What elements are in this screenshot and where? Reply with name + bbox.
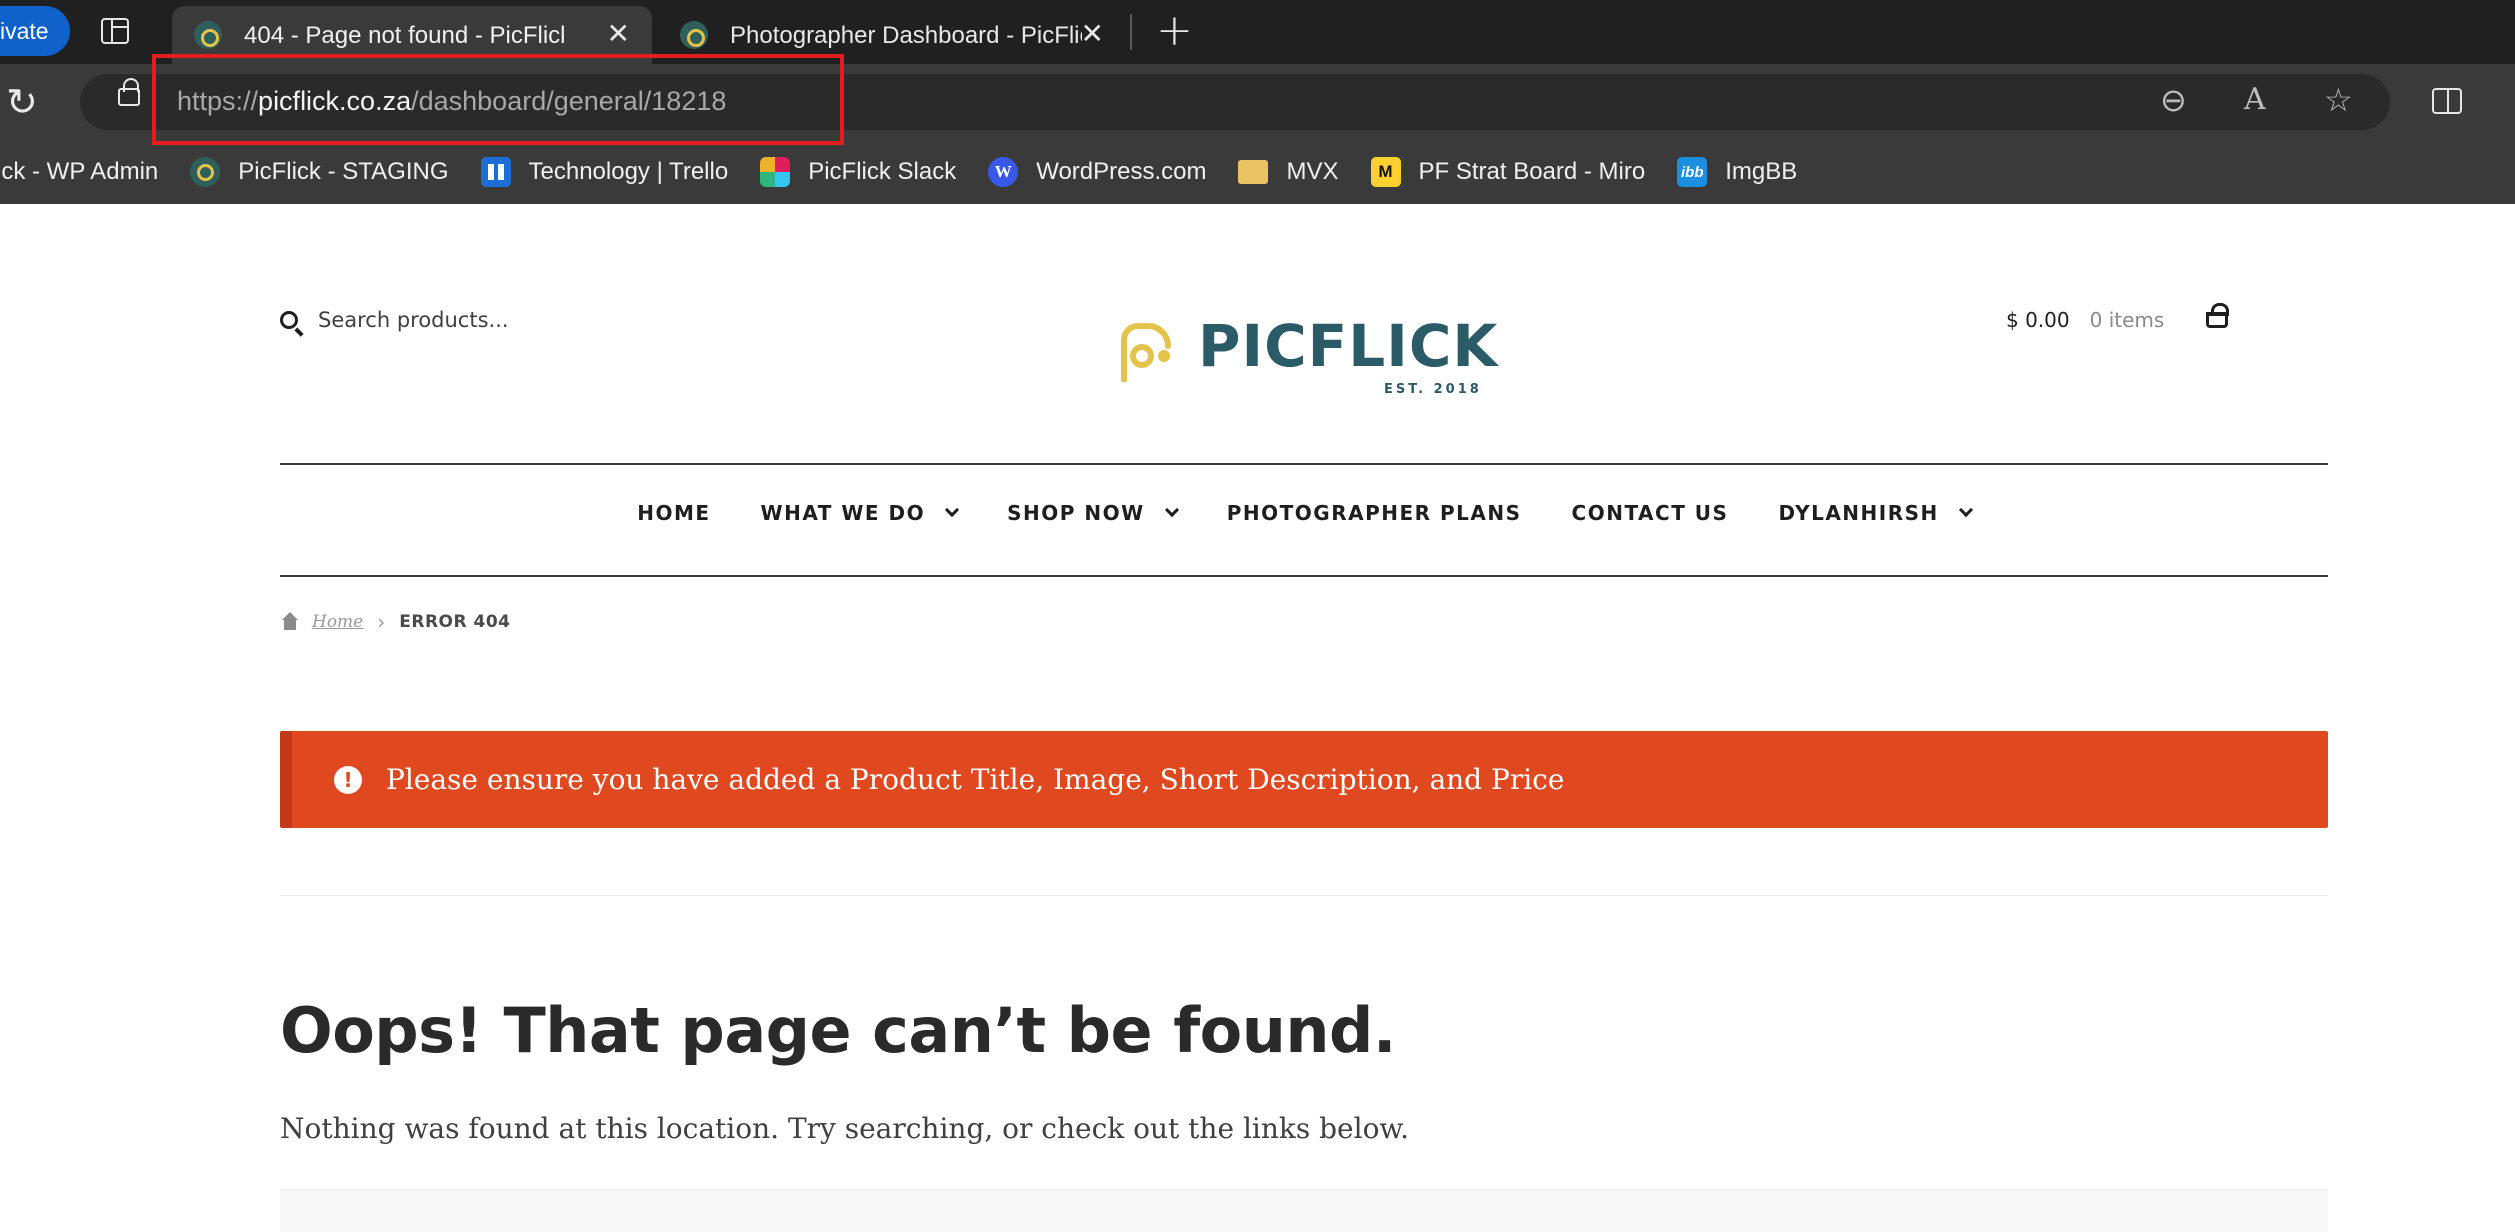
notice-text: Please ensure you have added a Product T… [386,763,1565,796]
tab-divider [1130,14,1132,50]
nav-what-we-do[interactable]: WHAT WE DO [760,501,960,525]
bookmark-miro[interactable]: M PF Strat Board - Miro [1370,157,1646,187]
nav-account[interactable]: DYLANHIRSH [1778,501,1973,525]
nav-bottom-divider [280,575,2328,577]
inprivate-badge[interactable]: ivate [0,6,70,56]
folder-icon [1238,160,1269,184]
bookmark-wp-admin[interactable]: ick - WP Admin [0,158,158,186]
bookmark-mvx[interactable]: MVX [1238,158,1339,186]
primary-navigation: HOME WHAT WE DO SHOP NOW PHOTOGRAPHER PL… [280,464,2328,562]
tab-actions-icon[interactable] [101,18,129,44]
bookmark-label: PicFlick Slack [808,158,957,185]
picflick-icon [190,157,221,187]
bookmarks-bar: ick - WP Admin PicFlick - STAGING Techno… [0,152,1829,192]
lock-icon[interactable] [118,78,140,106]
read-aloud-icon[interactable]: A [2244,82,2266,118]
site-logo[interactable]: PICFLICK EST. 2018 [1116,304,1499,404]
logo-est: EST. 2018 [1384,382,1482,397]
bookmark-picflick-slack[interactable]: PicFlick Slack [760,157,956,187]
cart-count: 0 items [2089,308,2165,332]
nav-label: WHAT WE DO [760,501,926,525]
breadcrumb-separator: › [377,610,386,634]
nav-label: SHOP NOW [1007,501,1145,525]
page-title: Oops! That page can’t be found. [280,994,1396,1067]
tab-close-icon[interactable]: ✕ [1081,18,1104,50]
chevron-down-icon [1958,502,1973,518]
favorite-star-icon[interactable]: ☆ [2324,82,2353,118]
nav-photographer-plans[interactable]: PHOTOGRAPHER PLANS [1227,501,1522,525]
picflick-favicon-icon [680,21,708,49]
bookmark-wordpress[interactable]: W WordPress.com [988,157,1206,187]
alert-icon: ! [334,765,362,794]
product-search [280,308,678,332]
bookmark-imgbb[interactable]: ibb ImgBB [1677,157,1797,187]
basket-icon [2206,303,2230,328]
chevron-down-icon [1164,502,1179,518]
nav-home[interactable]: HOME [637,501,710,525]
bookmark-label: WordPress.com [1036,158,1207,185]
bookmark-picflick-staging[interactable]: PicFlick - STAGING [190,157,449,187]
miro-icon: M [1370,157,1401,187]
wordpress-icon: W [988,157,1019,187]
breadcrumb-current: ERROR 404 [399,612,511,632]
home-icon [280,612,300,632]
tab-title: Photographer Dashboard - PicFlick [730,22,1082,49]
picflick-favicon-icon [194,21,222,49]
tab-title: 404 - Page not found - PicFlick [244,22,564,49]
tab-close-icon[interactable]: ✕ [607,18,630,50]
page-content: PICFLICK EST. 2018 $ 0.00 0 items HOME W… [0,212,2515,1232]
chevron-down-icon [945,502,960,518]
nav-contact-us[interactable]: CONTACT US [1572,501,1729,525]
nav-label: HOME [637,501,711,525]
url-highlight-annotation [152,54,844,145]
error-notice: ! Please ensure you have added a Product… [280,731,2328,828]
zoom-out-icon[interactable]: ⊖ [2160,82,2187,118]
page-description: Nothing was found at this location. Try … [280,1112,1409,1145]
search-input[interactable] [318,308,678,332]
cart-amount: $ 0.00 [2006,308,2070,332]
new-tab-button[interactable]: + [1156,6,1193,56]
logo-wordmark: PICFLICK [1198,312,1499,380]
bookmark-trello[interactable]: Technology | Trello [480,157,729,187]
nav-shop-now[interactable]: SHOP NOW [1007,501,1179,525]
nav-label: PHOTOGRAPHER PLANS [1226,501,1522,525]
refresh-icon[interactable]: ↻ [6,82,38,122]
bookmark-label: ick - WP Admin [0,158,159,185]
content-divider [280,895,2328,896]
nav-label: DYLANHIRSH [1778,501,1939,525]
bookmark-label: Technology | Trello [528,158,729,185]
bookmark-label: PF Strat Board - Miro [1418,158,1646,185]
breadcrumb-home-link[interactable]: Home [312,612,363,632]
search-icon[interactable] [280,311,298,329]
logo-mark-icon [1121,323,1171,382]
breadcrumb: Home › ERROR 404 [280,610,511,634]
bookmark-label: ImgBB [1725,158,1798,185]
imgbb-icon: ibb [1677,157,1708,187]
slack-icon [760,157,791,187]
mini-cart[interactable]: $ 0.00 0 items [2006,303,2230,332]
bookmark-label: MVX [1286,158,1339,185]
split-screen-icon[interactable] [2432,88,2462,114]
bookmark-label: PicFlick - STAGING [238,158,449,185]
trello-icon [480,157,511,187]
nav-label: CONTACT US [1571,501,1729,525]
search-panel [280,1189,2328,1232]
